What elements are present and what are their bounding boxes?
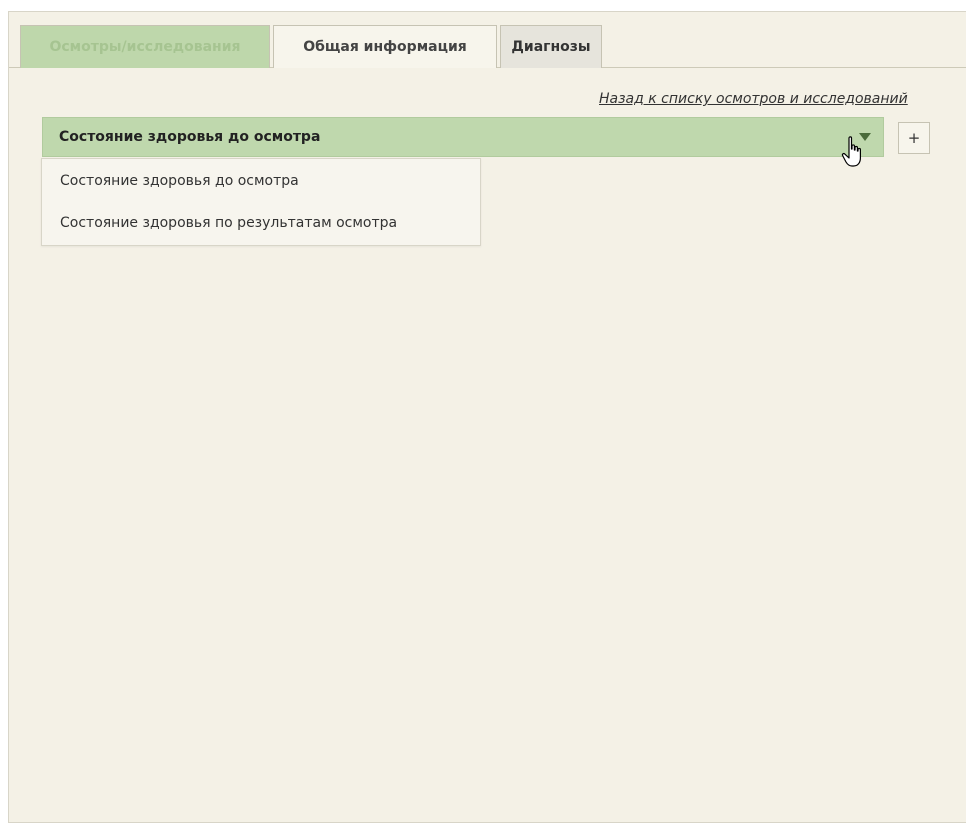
dropdown-option-after-exam[interactable]: Состояние здоровья по результатам осмотр… — [42, 203, 480, 243]
health-state-selected-value: Состояние здоровья до осмотра — [59, 129, 321, 145]
tab-general-info[interactable]: Общая информация — [273, 25, 497, 68]
health-state-dropdown: Состояние здоровья до осмотра Состояние … — [41, 158, 481, 246]
add-button[interactable]: + — [898, 122, 930, 154]
back-to-list-link[interactable]: Назад к списку осмотров и исследований — [599, 91, 908, 107]
main-panel: Осмотры/исследования Общая информация Ди… — [8, 11, 966, 823]
tab-diagnoses[interactable]: Диагнозы — [500, 25, 602, 68]
tab-bar: Осмотры/исследования Общая информация Ди… — [9, 12, 966, 68]
dropdown-option-before-exam[interactable]: Состояние здоровья до осмотра — [42, 161, 480, 201]
tab-exams[interactable]: Осмотры/исследования — [20, 25, 270, 68]
hand-pointer-icon — [841, 136, 861, 167]
health-state-select[interactable]: Состояние здоровья до осмотра — [42, 117, 884, 157]
